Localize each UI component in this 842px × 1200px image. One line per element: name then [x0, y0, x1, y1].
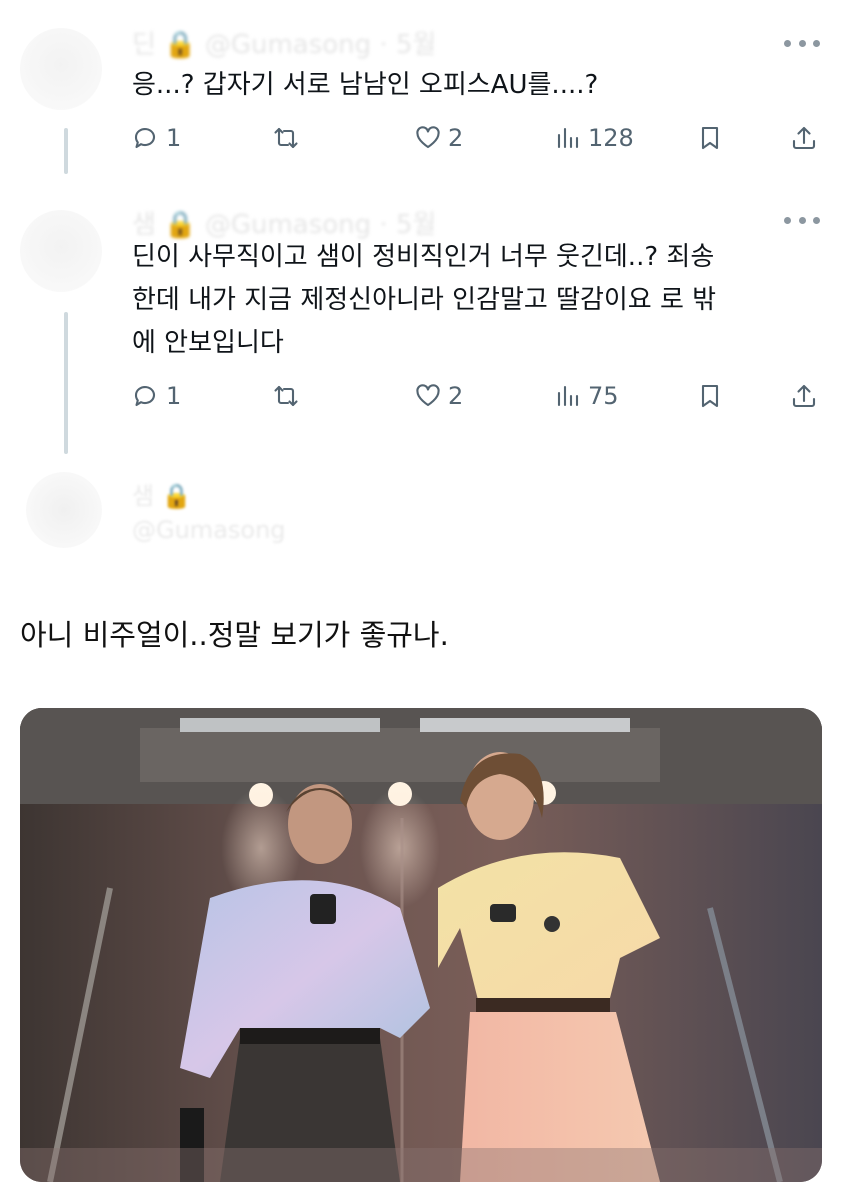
tweet-author-name: 샘 🔒	[132, 482, 192, 510]
views-count: 128	[588, 124, 634, 152]
reply-count: 1	[166, 382, 182, 410]
tweet-header: 딘 🔒 @Gumasong · 5월	[132, 30, 437, 60]
tweet-actions: 1 2 128	[0, 118, 842, 158]
retweet-button[interactable]	[272, 118, 300, 158]
more-icon[interactable]	[784, 37, 820, 49]
tweet-text-line: 에 안보입니다	[132, 328, 284, 358]
views-icon	[557, 127, 579, 149]
retweet-icon	[274, 385, 298, 407]
share-icon	[792, 126, 816, 150]
post-caption: 아니 비주얼이..정말 보기가 좋규나.	[20, 618, 449, 652]
like-count: 2	[448, 124, 464, 152]
more-icon[interactable]	[784, 214, 820, 226]
tweet-1[interactable]: 딘 🔒 @Gumasong · 5월 응...? 갑자기 서로 남남인 오피스A…	[0, 0, 842, 180]
reply-button[interactable]: 1	[132, 118, 181, 158]
tweet-text-line: 딘이 사무직이고 샘이 정비직인거 너무 웃긴데..? 죄송	[132, 242, 715, 272]
views-button[interactable]: 75	[554, 376, 619, 416]
reply-icon	[134, 128, 155, 149]
avatar[interactable]	[20, 210, 102, 292]
share-button[interactable]	[790, 376, 818, 416]
like-button[interactable]: 2	[414, 118, 463, 158]
avatar[interactable]	[26, 472, 102, 548]
bookmark-icon	[701, 126, 719, 150]
tweet-2[interactable]: 샘 🔒 @Gumasong · 5월 딘이 사무직이고 샘이 정비직인거 너무 …	[0, 190, 842, 460]
avatar[interactable]	[20, 28, 102, 110]
like-count: 2	[448, 382, 464, 410]
like-button[interactable]: 2	[414, 376, 463, 416]
reply-button[interactable]: 1	[132, 376, 181, 416]
like-icon	[416, 384, 440, 407]
bookmark-icon	[701, 384, 719, 408]
retweet-button[interactable]	[272, 376, 300, 416]
views-count: 75	[588, 382, 619, 410]
tweet-text: 딘이 사무직이고 샘이 정비직인거 너무 웃긴데..? 죄송 한데 내가 지금 …	[132, 236, 802, 365]
reply-count: 1	[166, 124, 182, 152]
elevator-photo[interactable]	[20, 708, 822, 1182]
bookmark-button[interactable]	[696, 376, 724, 416]
views-button[interactable]: 128	[554, 118, 634, 158]
like-icon	[416, 126, 440, 149]
tweet-author-handle: @Gumasong	[132, 516, 286, 544]
tweet-actions: 1 2 75	[0, 376, 842, 416]
share-icon	[792, 384, 816, 408]
reply-icon	[134, 386, 155, 407]
share-button[interactable]	[790, 118, 818, 158]
tweet-text-line: 한데 내가 지금 제정신아니라 인감말고 딸감이요 로 밖	[132, 285, 717, 315]
views-icon	[557, 385, 579, 407]
photo-illustration	[20, 708, 822, 1182]
tweet-text: 응...? 갑자기 서로 남남인 오피스AU를....?	[132, 70, 599, 100]
retweet-icon	[274, 127, 298, 149]
bookmark-button[interactable]	[696, 118, 724, 158]
